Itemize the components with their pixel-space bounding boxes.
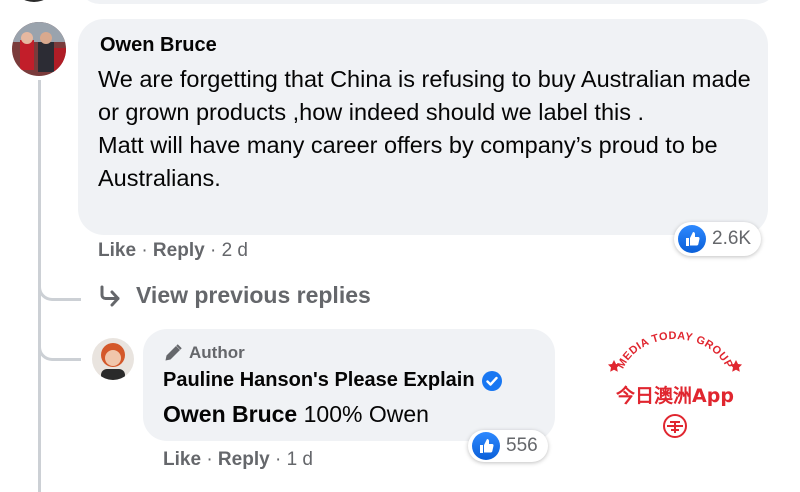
view-previous-replies[interactable]: View previous replies [98,282,371,309]
verified-check-icon [481,370,503,392]
reply-actions: Like · Reply · 1 d [163,449,313,471]
like-reaction-icon [472,432,500,460]
comment-reaction-number: 2.6K [712,228,752,249]
author-badge-label: Author [189,343,245,362]
author-badge: Author [163,343,245,363]
previous-comment-bubble [78,0,778,4]
watermark-main-text: 今日澳洲App [615,384,734,407]
thread-connector [38,330,81,361]
reply-author-row: Pauline Hanson's Please Explain [163,369,503,392]
reply-reaction-count[interactable]: 556 [468,430,548,462]
comment-actions: Like · Reply · 2 d [98,240,248,262]
thread-connector [38,270,81,301]
reply-author[interactable]: Pauline Hanson's Please Explain [163,369,475,392]
owen-bruce-avatar[interactable] [12,22,66,76]
svg-text:MEDIA TODAY GROUP: MEDIA TODAY GROUP [615,330,735,371]
pencil-icon [163,343,183,363]
pauline-hanson-avatar[interactable] [92,338,134,380]
separator-dot: · [206,449,218,470]
media-today-watermark: MEDIA TODAY GROUP 今日澳洲App [600,330,750,450]
comment-reaction-count[interactable]: 2.6K [674,222,762,256]
separator-dot: · [209,240,222,261]
comment-author[interactable]: Owen Bruce [100,34,217,57]
comment-timestamp[interactable]: 2 d [222,240,248,261]
reply-bubble: Author Pauline Hanson's Please Explain O… [143,329,555,441]
separator-dot: · [141,240,153,261]
like-reaction-icon [678,225,706,253]
view-previous-label: View previous replies [136,282,371,308]
reply-timestamp[interactable]: 1 d [287,449,313,470]
reply-text-row: Owen Bruce 100% Owen [163,401,429,428]
reply-text: 100% Owen [303,401,429,427]
previous-avatar [14,0,54,2]
reply-action[interactable]: Reply [218,449,270,470]
separator-dot: · [274,449,287,470]
comment-text: We are forgetting that China is refusing… [98,66,751,191]
mention-link[interactable]: Owen Bruce [163,401,297,427]
like-action[interactable]: Like [163,449,201,470]
reply-action[interactable]: Reply [153,240,205,261]
reply-reaction-number: 556 [506,435,538,456]
like-action[interactable]: Like [98,240,136,261]
reply-arrow-icon [98,285,122,307]
comment-bubble: Owen Bruce We are forgetting that China … [78,19,768,235]
watermark-arc-text: MEDIA TODAY GROUP [615,330,735,371]
